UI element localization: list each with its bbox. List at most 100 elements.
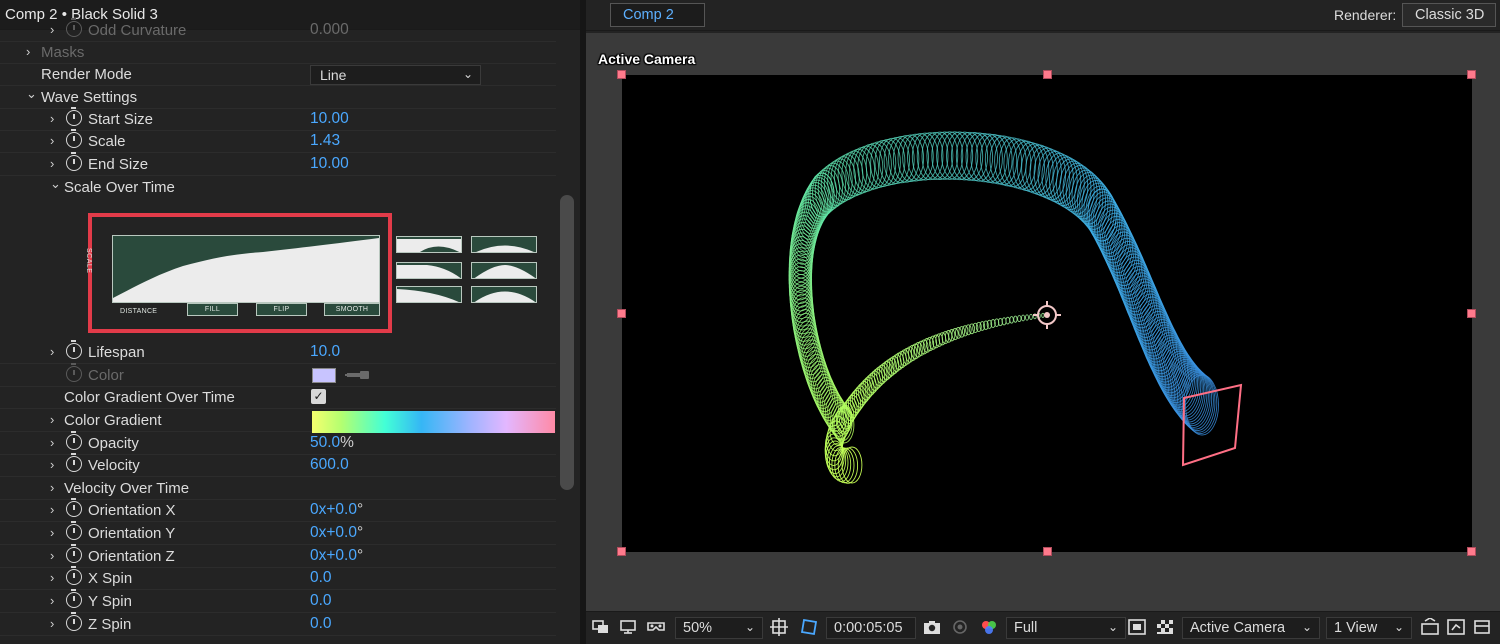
angle-value[interactable]: 0x+0.0 bbox=[310, 501, 357, 518]
region-of-interest-icon[interactable] bbox=[1127, 618, 1147, 636]
camera-snapshot-icon[interactable] bbox=[922, 618, 942, 636]
monitor-icon[interactable] bbox=[618, 618, 638, 636]
timecode-field[interactable]: 0:00:05:05 bbox=[826, 617, 916, 639]
timeline-icon[interactable] bbox=[1472, 618, 1492, 636]
stopwatch-icon[interactable] bbox=[66, 107, 82, 126]
property-value[interactable]: 600.0 bbox=[310, 456, 349, 474]
grid-guides-icon[interactable] bbox=[769, 618, 789, 636]
property-value[interactable]: 0.0 bbox=[310, 615, 332, 633]
stopwatch-icon[interactable] bbox=[66, 129, 82, 148]
stopwatch-icon[interactable] bbox=[66, 544, 82, 563]
render-mode-dropdown[interactable]: Line ⌄ bbox=[310, 65, 481, 85]
show-snapshot-icon[interactable] bbox=[950, 618, 970, 636]
vr-goggles-icon[interactable] bbox=[646, 618, 666, 636]
property-value[interactable]: 10.0 bbox=[310, 343, 340, 361]
bound-handle[interactable] bbox=[1467, 309, 1476, 318]
viewer-area[interactable]: Active Camera bbox=[586, 33, 1500, 611]
stopwatch-icon[interactable] bbox=[66, 152, 82, 171]
property-value[interactable]: 0x+0.0° bbox=[310, 524, 363, 542]
opacity-value[interactable]: 50.0 bbox=[310, 434, 340, 451]
chevron-right-icon[interactable]: › bbox=[50, 502, 62, 517]
chevron-down-icon[interactable]: ⌄ bbox=[50, 176, 62, 192]
stopwatch-icon[interactable] bbox=[66, 521, 82, 540]
bound-handle[interactable] bbox=[1467, 70, 1476, 79]
row-wave-settings[interactable]: ⌄ Wave Settings bbox=[0, 86, 556, 109]
chevron-right-icon[interactable]: › bbox=[50, 111, 62, 126]
property-value[interactable]: 1.43 bbox=[310, 132, 340, 150]
comp-canvas[interactable] bbox=[622, 75, 1472, 552]
chevron-right-icon[interactable]: › bbox=[50, 616, 62, 631]
stopwatch-icon[interactable] bbox=[66, 589, 82, 608]
chevron-right-icon[interactable]: › bbox=[50, 22, 62, 37]
view-layout-dropdown[interactable]: 1 View ⌄ bbox=[1326, 617, 1412, 639]
color-swatch[interactable] bbox=[312, 368, 336, 383]
bound-handle[interactable] bbox=[617, 70, 626, 79]
bound-handle[interactable] bbox=[617, 309, 626, 318]
property-value[interactable]: 10.00 bbox=[310, 155, 349, 173]
mask-visibility-icon[interactable] bbox=[799, 618, 819, 636]
chevron-right-icon[interactable]: › bbox=[50, 593, 62, 608]
bound-handle[interactable] bbox=[1043, 70, 1052, 79]
chevron-right-icon[interactable]: › bbox=[50, 525, 62, 540]
property-value[interactable]: 50.0% bbox=[310, 434, 354, 452]
stopwatch-icon[interactable] bbox=[66, 431, 82, 450]
chevron-right-icon[interactable]: › bbox=[50, 570, 62, 585]
zoom-dropdown[interactable]: 50% ⌄ bbox=[675, 617, 763, 639]
row-velocity-over-time[interactable]: › Velocity Over Time bbox=[0, 478, 556, 500]
emitter-target-icon[interactable] bbox=[1033, 301, 1061, 329]
resolution-dropdown[interactable]: Full ⌄ bbox=[1006, 617, 1126, 639]
bound-handle[interactable] bbox=[1043, 547, 1052, 556]
preset-curve-6[interactable] bbox=[471, 286, 537, 303]
property-value[interactable]: 0.0 bbox=[310, 592, 332, 610]
color-gradient-bar[interactable] bbox=[312, 411, 555, 433]
smooth-button[interactable]: SMOOTH bbox=[324, 303, 380, 316]
flip-button[interactable]: FLIP bbox=[256, 303, 307, 316]
chevron-right-icon[interactable]: › bbox=[50, 156, 62, 171]
preset-curve-1[interactable] bbox=[396, 236, 462, 253]
row-odd-curvature[interactable]: › Odd Curvature 0.000 bbox=[0, 18, 556, 42]
angle-value[interactable]: 0x+0.0 bbox=[310, 524, 357, 541]
stopwatch-icon[interactable] bbox=[66, 566, 82, 585]
chevron-right-icon[interactable]: › bbox=[50, 548, 62, 563]
chevron-right-icon[interactable]: › bbox=[50, 457, 62, 472]
angle-value[interactable]: 0x+0.0 bbox=[310, 547, 357, 564]
preset-curve-2[interactable] bbox=[471, 236, 537, 253]
toggle-pixel-aspect-icon[interactable] bbox=[1420, 618, 1440, 636]
row-scale-over-time[interactable]: ⌄ Scale Over Time bbox=[0, 176, 556, 199]
chevron-right-icon[interactable]: › bbox=[50, 412, 62, 427]
preset-curve-4[interactable] bbox=[471, 262, 537, 279]
renderer-button[interactable]: Classic 3D bbox=[1402, 3, 1496, 27]
chevron-down-icon[interactable]: ⌄ bbox=[26, 86, 38, 102]
chevron-right-icon[interactable]: › bbox=[50, 344, 62, 359]
property-value[interactable]: 0x+0.0° bbox=[310, 501, 363, 519]
bound-handle[interactable] bbox=[617, 547, 626, 556]
bound-handle[interactable] bbox=[1467, 547, 1476, 556]
color-channels-icon[interactable] bbox=[979, 618, 999, 636]
stopwatch-icon[interactable] bbox=[66, 453, 82, 472]
stopwatch-icon[interactable] bbox=[66, 363, 82, 382]
tab-comp-2[interactable]: Comp 2 bbox=[610, 3, 705, 27]
fast-previews-icon[interactable] bbox=[1446, 618, 1466, 636]
stopwatch-icon[interactable] bbox=[66, 340, 82, 359]
preset-curve-3[interactable] bbox=[396, 262, 462, 279]
row-masks[interactable]: › Masks bbox=[0, 42, 556, 64]
fill-button[interactable]: FILL bbox=[187, 303, 238, 316]
eyedropper-icon[interactable] bbox=[345, 368, 371, 382]
panel-scrollbar[interactable] bbox=[560, 195, 574, 490]
stopwatch-icon[interactable] bbox=[66, 18, 82, 37]
property-value[interactable]: 0x+0.0° bbox=[310, 547, 363, 565]
scale-curve-graph[interactable] bbox=[112, 235, 380, 303]
always-preview-icon[interactable] bbox=[591, 618, 611, 636]
camera-view-dropdown[interactable]: Active Camera ⌄ bbox=[1182, 617, 1320, 639]
property-value[interactable]: 0.000 bbox=[310, 21, 349, 39]
chevron-right-icon[interactable]: › bbox=[50, 480, 62, 495]
transparency-grid-icon[interactable] bbox=[1155, 618, 1175, 636]
chevron-right-icon[interactable]: › bbox=[50, 435, 62, 450]
stopwatch-icon[interactable] bbox=[66, 498, 82, 517]
chevron-right-icon[interactable]: › bbox=[50, 133, 62, 148]
preset-curve-5[interactable] bbox=[396, 286, 462, 303]
property-value[interactable]: 0.0 bbox=[310, 569, 332, 587]
stopwatch-icon[interactable] bbox=[66, 612, 82, 631]
chevron-right-icon[interactable]: › bbox=[26, 44, 38, 59]
color-gradient-checkbox[interactable]: ✓ bbox=[311, 389, 326, 404]
